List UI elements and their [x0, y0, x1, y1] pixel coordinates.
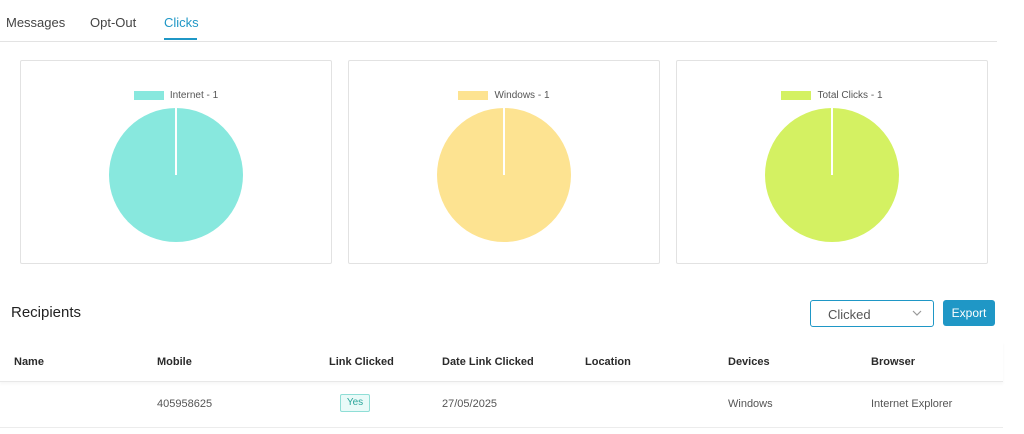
cell-mobile: 405958625 [157, 398, 213, 410]
filter-select[interactable]: Clicked [810, 300, 934, 327]
chart-card-windows: Windows - 1 [348, 60, 660, 264]
link-clicked-badge: Yes [340, 394, 370, 412]
chart-card-total-clicks: Total Clicks - 1 [676, 60, 988, 264]
cell-devices: Windows [728, 398, 773, 410]
pie-chart-windows [437, 108, 571, 242]
pie-chart-internet [109, 108, 243, 242]
recipients-title: Recipients [11, 304, 82, 321]
export-button[interactable]: Export [943, 300, 995, 326]
pie-chart-total-clicks [765, 108, 899, 242]
table-row[interactable]: 405958625 Yes 27/05/2025 Windows Interne… [0, 382, 1003, 428]
cell-browser: Internet Explorer [871, 398, 953, 410]
cell-date-link-clicked: 27/05/2025 [442, 398, 498, 410]
column-header-devices[interactable]: Devices [728, 356, 770, 368]
filter-select-value: Clicked [828, 307, 871, 322]
chart-card-internet: Internet - 1 [20, 60, 332, 264]
active-tab-indicator [164, 38, 197, 40]
chevron-down-icon [912, 310, 922, 316]
column-header-location[interactable]: Location [585, 356, 631, 368]
tab-messages[interactable]: Messages [6, 15, 65, 30]
column-header-browser[interactable]: Browser [871, 356, 915, 368]
recipients-table: Name Mobile Link Clicked Date Link Click… [0, 342, 1003, 428]
tab-opt-out[interactable]: Opt-Out [90, 15, 136, 30]
column-header-date-link-clicked[interactable]: Date Link Clicked [442, 356, 534, 368]
column-header-mobile[interactable]: Mobile [157, 356, 192, 368]
tab-bar: Messages Opt-Out Clicks [0, 0, 997, 42]
table-header: Name Mobile Link Clicked Date Link Click… [0, 342, 1003, 382]
tab-clicks[interactable]: Clicks [164, 15, 199, 30]
column-header-link-clicked[interactable]: Link Clicked [329, 356, 394, 368]
column-header-name[interactable]: Name [14, 356, 44, 368]
